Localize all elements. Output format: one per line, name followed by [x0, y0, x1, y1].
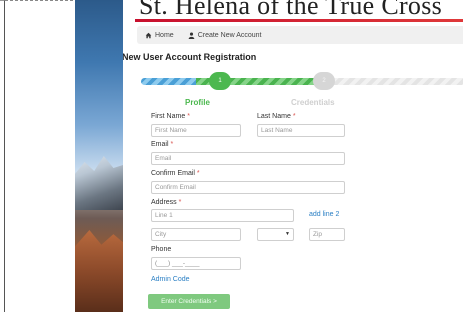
- email-label: Email *: [151, 141, 174, 148]
- step-2-label: Credentials: [291, 98, 335, 107]
- first-name-label: First Name *: [151, 113, 190, 120]
- email-field[interactable]: Email: [151, 152, 345, 165]
- site-title: St. Helena of the True Cross: [139, 0, 443, 20]
- dropdown-arrow-icon: ▼: [285, 231, 290, 237]
- breadcrumb-home[interactable]: Home: [145, 32, 174, 39]
- breadcrumb-create-account[interactable]: Create New Account: [188, 32, 262, 39]
- step-1-label: Profile: [185, 98, 210, 107]
- breadcrumb-create-label: Create New Account: [197, 31, 262, 39]
- window-frame-left: [0, 0, 5, 312]
- zip-field[interactable]: Zip: [309, 228, 345, 241]
- confirm-email-label: Confirm Email *: [151, 170, 200, 177]
- enter-credentials-button[interactable]: Enter Credentials >: [148, 294, 230, 309]
- breadcrumb-home-label: Home: [155, 31, 174, 39]
- browser-page: St. Helena of the True Cross Home Create…: [0, 0, 463, 312]
- last-name-field[interactable]: Last Name: [257, 124, 345, 137]
- admin-code-link[interactable]: Admin Code: [151, 276, 190, 283]
- progress-track-remaining: [316, 78, 463, 85]
- confirm-email-field[interactable]: Confirm Email: [151, 181, 345, 194]
- step-2-indicator: 2: [313, 72, 335, 90]
- snowy-mountain: [75, 156, 123, 210]
- user-icon: [188, 32, 194, 39]
- progress-steps: 1 2: [141, 72, 463, 92]
- add-line2-link[interactable]: add line 2: [309, 211, 339, 218]
- address-label: Address *: [151, 199, 182, 206]
- background-landscape-photo: [75, 0, 123, 312]
- main-content: St. Helena of the True Cross Home Create…: [123, 0, 463, 312]
- address-line1-field[interactable]: Line 1: [151, 209, 294, 222]
- last-name-label: Last Name *: [257, 113, 296, 120]
- city-field[interactable]: City: [151, 228, 241, 241]
- home-icon: [145, 32, 152, 38]
- breadcrumb: Home Create New Account: [137, 26, 463, 44]
- first-name-field[interactable]: First Name: [151, 124, 241, 137]
- title-underline: [135, 19, 463, 22]
- progress-track-start: [141, 78, 196, 85]
- state-select[interactable]: ▼: [257, 228, 294, 241]
- page-title: New User Account Registration: [123, 52, 257, 62]
- step-1-indicator: 1: [209, 72, 231, 90]
- phone-field[interactable]: (___) ___-____: [151, 257, 241, 270]
- red-rock-formation: [75, 230, 123, 312]
- phone-label: Phone: [151, 246, 172, 253]
